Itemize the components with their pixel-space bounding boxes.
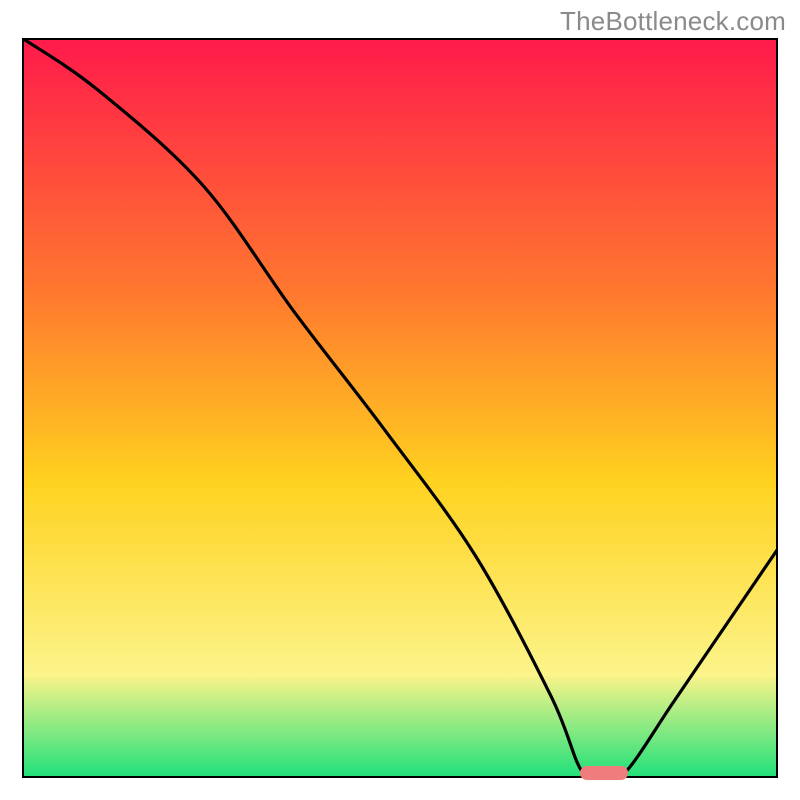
plot-svg bbox=[22, 38, 778, 778]
optimum-marker bbox=[580, 766, 628, 780]
bottleneck-chart: TheBottleneck.com bbox=[0, 0, 800, 800]
watermark-label: TheBottleneck.com bbox=[560, 6, 786, 37]
plot-area bbox=[22, 38, 778, 778]
gradient-background bbox=[22, 38, 778, 778]
